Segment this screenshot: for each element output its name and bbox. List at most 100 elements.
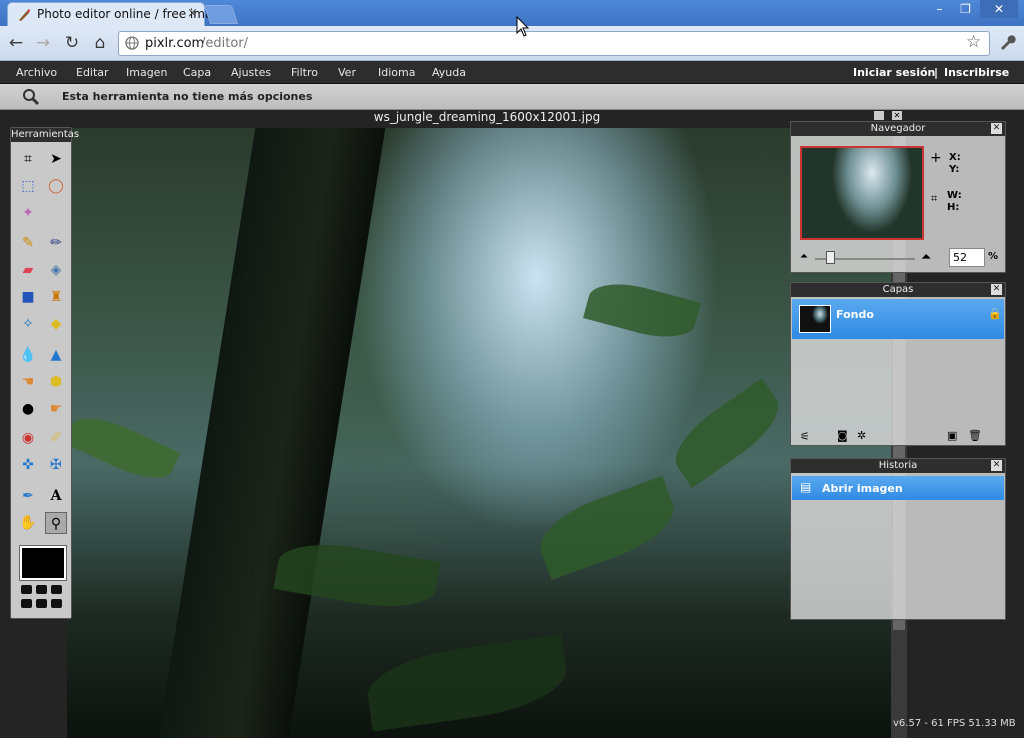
lasso-icon[interactable]: ◯ — [45, 175, 67, 197]
stamp-icon[interactable]: ♜ — [45, 286, 67, 308]
drawing-icon[interactable]: ◆ — [45, 313, 67, 335]
layer-mask-icon[interactable]: ◙ — [837, 429, 848, 442]
browser-tab[interactable]: Photo editor online / free imag × — [7, 2, 220, 27]
menu-imagen[interactable]: Imagen — [126, 66, 167, 79]
forward-icon[interactable]: → — [33, 33, 53, 53]
layout-dot[interactable] — [21, 585, 32, 594]
layers-title[interactable]: Capas — [791, 283, 1005, 297]
maximize-button[interactable]: ❐ — [951, 0, 980, 18]
history-title[interactable]: Historia — [791, 459, 1005, 473]
layer-thumbnail — [799, 305, 831, 333]
new-layer-icon[interactable]: ▣ — [947, 429, 957, 442]
layout-dot[interactable] — [51, 585, 62, 594]
layer-row[interactable]: Fondo 🔒 — [792, 299, 1004, 339]
crosshair-icon: + — [930, 150, 942, 166]
red-eye-icon[interactable]: ◉ — [17, 427, 39, 449]
bookmark-star-icon[interactable]: ☆ — [966, 32, 981, 52]
zoom-input[interactable]: 52 — [949, 248, 985, 267]
bloat-icon[interactable]: ✜ — [17, 454, 39, 476]
dodge-icon[interactable]: ☛ — [45, 398, 67, 420]
history-row[interactable]: ▤ Abrir imagen — [792, 476, 1004, 500]
reload-icon[interactable]: ↻ — [62, 33, 82, 53]
tool-options-text: Esta herramienta no tiene más opciones — [62, 90, 313, 103]
mouse-cursor-icon — [516, 16, 530, 37]
burn-icon[interactable]: ● — [17, 398, 39, 420]
zoom-icon[interactable]: ⚲ — [45, 512, 67, 534]
image-leaf — [663, 378, 791, 488]
layer-settings-icon[interactable]: ⚟ — [800, 430, 810, 443]
tools-panel-title[interactable]: Herramientas — [11, 128, 79, 142]
back-icon[interactable]: ← — [6, 33, 26, 53]
move-icon[interactable]: ➤ — [45, 148, 67, 170]
signup-link[interactable]: Inscribirse — [944, 66, 1009, 79]
h-label: H: — [947, 202, 960, 213]
menu-ajustes[interactable]: Ajustes — [231, 66, 271, 79]
zoom-value: 52 — [953, 251, 967, 264]
crop-icon[interactable]: ⌗ — [17, 148, 39, 170]
menu-capa[interactable]: Capa — [183, 66, 211, 79]
menu-filtro[interactable]: Filtro — [291, 66, 318, 79]
menu-editar[interactable]: Editar — [76, 66, 109, 79]
gradient-icon[interactable]: ■ — [17, 286, 39, 308]
doc-maximize-icon[interactable] — [874, 111, 884, 120]
menu-idioma[interactable]: Idioma — [378, 66, 415, 79]
history-document-icon: ▤ — [800, 480, 812, 494]
login-link[interactable]: Iniciar sesión — [853, 66, 935, 79]
pinch-icon[interactable]: ✠ — [45, 454, 67, 476]
auth-separator: | — [934, 66, 939, 79]
delete-layer-icon[interactable]: 🗑 — [968, 429, 982, 442]
layers-close-icon[interactable]: ✕ — [991, 284, 1002, 295]
new-tab-button[interactable] — [203, 5, 239, 24]
w-label: W: — [947, 190, 962, 201]
navigator-thumbnail[interactable] — [800, 146, 924, 240]
size-icon: ⌗ — [931, 192, 938, 205]
layout-dot[interactable] — [51, 599, 62, 608]
spot-heal-icon[interactable]: ✐ — [45, 427, 67, 449]
menu-ayuda[interactable]: Ayuda — [432, 66, 466, 79]
minimize-button[interactable]: – — [925, 0, 954, 18]
layout-dot[interactable] — [21, 599, 32, 608]
zoom-out-icon[interactable]: ⏶ — [800, 251, 808, 262]
wrench-icon[interactable] — [998, 33, 1016, 51]
canvas-image[interactable] — [67, 128, 891, 738]
layout-dot[interactable] — [36, 599, 47, 608]
eyedropper-icon[interactable]: ✒ — [17, 485, 39, 507]
window-close-button[interactable]: ✕ — [980, 0, 1018, 18]
layer-style-icon[interactable]: ✲ — [857, 429, 866, 442]
tab-close-button[interactable]: × — [187, 6, 198, 21]
navigator-close-icon[interactable]: ✕ — [991, 123, 1002, 134]
smudge-icon[interactable]: ☚ — [17, 371, 39, 393]
magic-wand-icon[interactable]: ✦ — [17, 202, 39, 224]
image-leaf — [67, 406, 181, 490]
pencil-icon[interactable]: ✎ — [17, 232, 39, 254]
home-icon[interactable]: ⌂ — [90, 33, 110, 53]
doc-close-icon[interactable]: ✕ — [892, 111, 902, 120]
zoom-slider-handle[interactable] — [826, 251, 835, 264]
url-host: pixlr.com — [145, 36, 205, 51]
zoom-in-icon[interactable]: ⏶ — [921, 250, 931, 265]
sharpen-icon[interactable]: ▲ — [45, 344, 67, 366]
menu-ver[interactable]: Ver — [338, 66, 356, 79]
tools-panel: Herramientas ⌗ ➤ ⬚ ◯ ✦ ✎ ✏ ▰ ◈ ■ ♜ ✧ ◆ 💧… — [10, 127, 79, 619]
marquee-icon[interactable]: ⬚ — [17, 175, 39, 197]
hand-icon[interactable]: ✋ — [17, 512, 39, 534]
address-bar[interactable]: pixlr.com /editor/ ☆ — [118, 31, 990, 56]
type-icon[interactable]: A — [45, 485, 67, 507]
document-title: ws_jungle_dreaming_1600x12001.jpg — [373, 110, 601, 124]
navigator-title[interactable]: Navegador — [791, 122, 1005, 136]
menu-archivo[interactable]: Archivo — [16, 66, 57, 79]
zoom-unit: % — [988, 251, 999, 262]
eraser-icon[interactable]: ▰ — [17, 259, 39, 281]
brush-tool-icon[interactable]: ✏ — [45, 232, 67, 254]
sponge-icon[interactable]: ⬢ — [45, 371, 67, 393]
history-step-name: Abrir imagen — [822, 482, 903, 495]
blur-icon[interactable]: 💧 — [17, 344, 39, 366]
lock-icon: 🔒 — [988, 307, 1002, 320]
image-leaf — [583, 274, 701, 347]
color-replace-icon[interactable]: ✧ — [17, 313, 39, 335]
history-close-icon[interactable]: ✕ — [991, 460, 1002, 471]
color-swatch[interactable] — [19, 545, 67, 581]
paint-bucket-icon[interactable]: ◈ — [45, 259, 67, 281]
layout-dot[interactable] — [36, 585, 47, 594]
brush-icon — [19, 9, 30, 21]
